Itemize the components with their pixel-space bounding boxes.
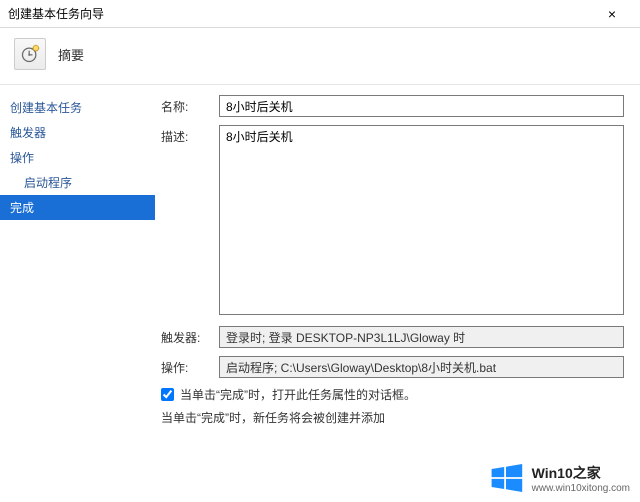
sidebar-item-label: 触发器 <box>10 126 46 140</box>
finish-info-text: 当单击“完成”时，新任务将会被创建并添加 <box>161 409 624 426</box>
sidebar-item-label: 启动程序 <box>24 176 72 190</box>
open-properties-label: 当单击“完成”时，打开此任务属性的对话框。 <box>180 386 416 403</box>
sidebar-item-finish[interactable]: 完成 <box>0 195 155 220</box>
sidebar-item-start-program[interactable]: 启动程序 <box>0 170 155 195</box>
close-button[interactable]: × <box>592 0 632 27</box>
name-input[interactable] <box>219 95 624 117</box>
sidebar-item-action[interactable]: 操作 <box>0 145 155 170</box>
summary-title: 摘要 <box>58 45 84 64</box>
title-bar: 创建基本任务向导 × <box>0 0 640 28</box>
action-value: 启动程序; C:\Users\Gloway\Desktop\8小时关机.bat <box>219 356 624 378</box>
sidebar-item-label: 操作 <box>10 151 34 165</box>
sidebar-item-trigger[interactable]: 触发器 <box>0 120 155 145</box>
wizard-steps-sidebar: 创建基本任务 触发器 操作 启动程序 完成 <box>0 85 155 501</box>
watermark: Win10之家 www.win10xitong.com <box>486 458 632 498</box>
watermark-url: www.win10xitong.com <box>532 483 630 494</box>
watermark-brand: Win10之家 <box>532 463 630 483</box>
description-label: 描述: <box>161 125 219 145</box>
open-properties-checkbox[interactable] <box>161 388 174 401</box>
windows-logo-icon <box>488 460 524 496</box>
summary-icon <box>14 38 46 70</box>
trigger-label: 触发器: <box>161 326 219 346</box>
action-label: 操作: <box>161 356 219 376</box>
window-title: 创建基本任务向导 <box>8 5 592 22</box>
sidebar-item-label: 创建基本任务 <box>10 101 82 115</box>
name-label: 名称: <box>161 95 219 115</box>
sidebar-item-create-basic-task[interactable]: 创建基本任务 <box>0 95 155 120</box>
content-area: 名称: 描述: 触发器: 登录时; 登录 DESKTOP-NP3L1LJ\Glo… <box>155 85 640 501</box>
wizard-header: 摘要 <box>0 28 640 85</box>
sidebar-item-label: 完成 <box>10 201 34 215</box>
trigger-value: 登录时; 登录 DESKTOP-NP3L1LJ\Gloway 时 <box>219 326 624 348</box>
description-textarea[interactable] <box>219 125 624 315</box>
